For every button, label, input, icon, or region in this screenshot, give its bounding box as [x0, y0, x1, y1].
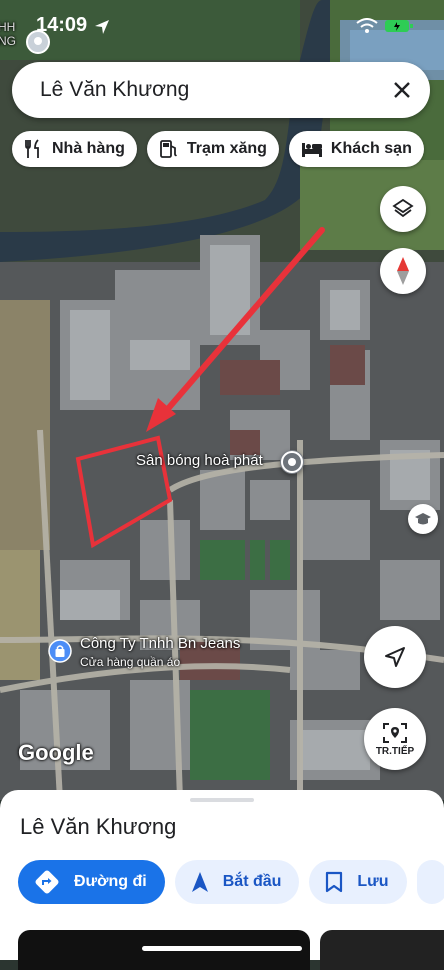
poi-marker-sports-field[interactable]	[280, 450, 304, 474]
directions-icon	[35, 870, 59, 894]
street-view-button[interactable]: TR.TIẾP	[364, 708, 426, 770]
navigation-start-icon	[191, 872, 208, 892]
start-button[interactable]: Bắt đầu	[174, 860, 300, 904]
place-actions: Đường đi Bắt đầu Lưu	[18, 860, 444, 904]
compass-icon	[397, 257, 409, 285]
place-marker-icon	[281, 451, 303, 473]
directions-button[interactable]: Đường đi	[18, 860, 165, 904]
my-location-button[interactable]	[364, 626, 426, 688]
save-label: Lưu	[357, 873, 389, 890]
place-bottom-sheet[interactable]: Lê Văn Khương Đường đi Bắt đầu Lưu	[0, 790, 444, 970]
gas-station-icon	[159, 140, 177, 158]
poi-label-sports-field[interactable]: Sân bóng hoà phát	[136, 452, 263, 469]
restaurant-icon	[25, 139, 39, 158]
more-actions-button[interactable]	[416, 860, 444, 904]
poi-marker-company[interactable]	[48, 639, 72, 668]
layers-icon	[392, 198, 414, 218]
chip-label: Trạm xăng	[186, 140, 267, 157]
search-bar[interactable]: Lê Văn Khương	[12, 62, 430, 118]
map-pin-marker-icon	[26, 30, 50, 63]
layers-button[interactable]	[380, 186, 426, 232]
photo-thumbnail[interactable]	[320, 930, 444, 970]
chip-restaurants[interactable]: Nhà hàng	[12, 131, 137, 167]
compass-button[interactable]	[380, 248, 426, 294]
street-view-pin-icon	[383, 722, 407, 743]
place-title: Lê Văn Khương	[20, 814, 177, 839]
chip-label: Khách sạn	[330, 140, 412, 157]
battery-icon	[384, 18, 414, 39]
poi-label-company[interactable]: Công Ty Tnhh Bn Jeans	[80, 635, 240, 652]
chip-hotels[interactable]: Khách sạn	[288, 131, 424, 167]
map-3d-button[interactable]	[408, 504, 438, 534]
chip-label: Nhà hàng	[52, 140, 125, 157]
wifi-icon	[356, 18, 378, 39]
save-button[interactable]: Lưu	[309, 860, 407, 904]
home-indicator	[142, 946, 302, 951]
location-arrow-icon	[94, 19, 110, 40]
close-icon[interactable]	[388, 76, 416, 104]
search-query[interactable]: Lê Văn Khương	[40, 78, 388, 102]
google-attribution: Google	[18, 740, 94, 765]
category-chips: Nhà hàng Trạm xăng Khách sạn	[12, 131, 424, 167]
start-label: Bắt đầu	[222, 873, 282, 890]
shopping-bag-icon	[48, 639, 72, 663]
status-icons	[356, 18, 414, 39]
chip-gas-stations[interactable]: Trạm xăng	[146, 131, 279, 167]
navigation-arrow-icon	[385, 647, 405, 667]
graduation-cap-icon	[415, 513, 431, 525]
hotel-icon	[301, 143, 322, 157]
directions-label: Đường đi	[74, 873, 147, 890]
sheet-drag-handle[interactable]	[190, 798, 254, 802]
poi-label-company-category: Cửa hàng quần áo	[80, 655, 181, 669]
faded-map-label: HH NG	[0, 20, 16, 48]
bookmark-icon	[326, 871, 343, 893]
street-view-label: TR.TIẾP	[375, 745, 415, 757]
